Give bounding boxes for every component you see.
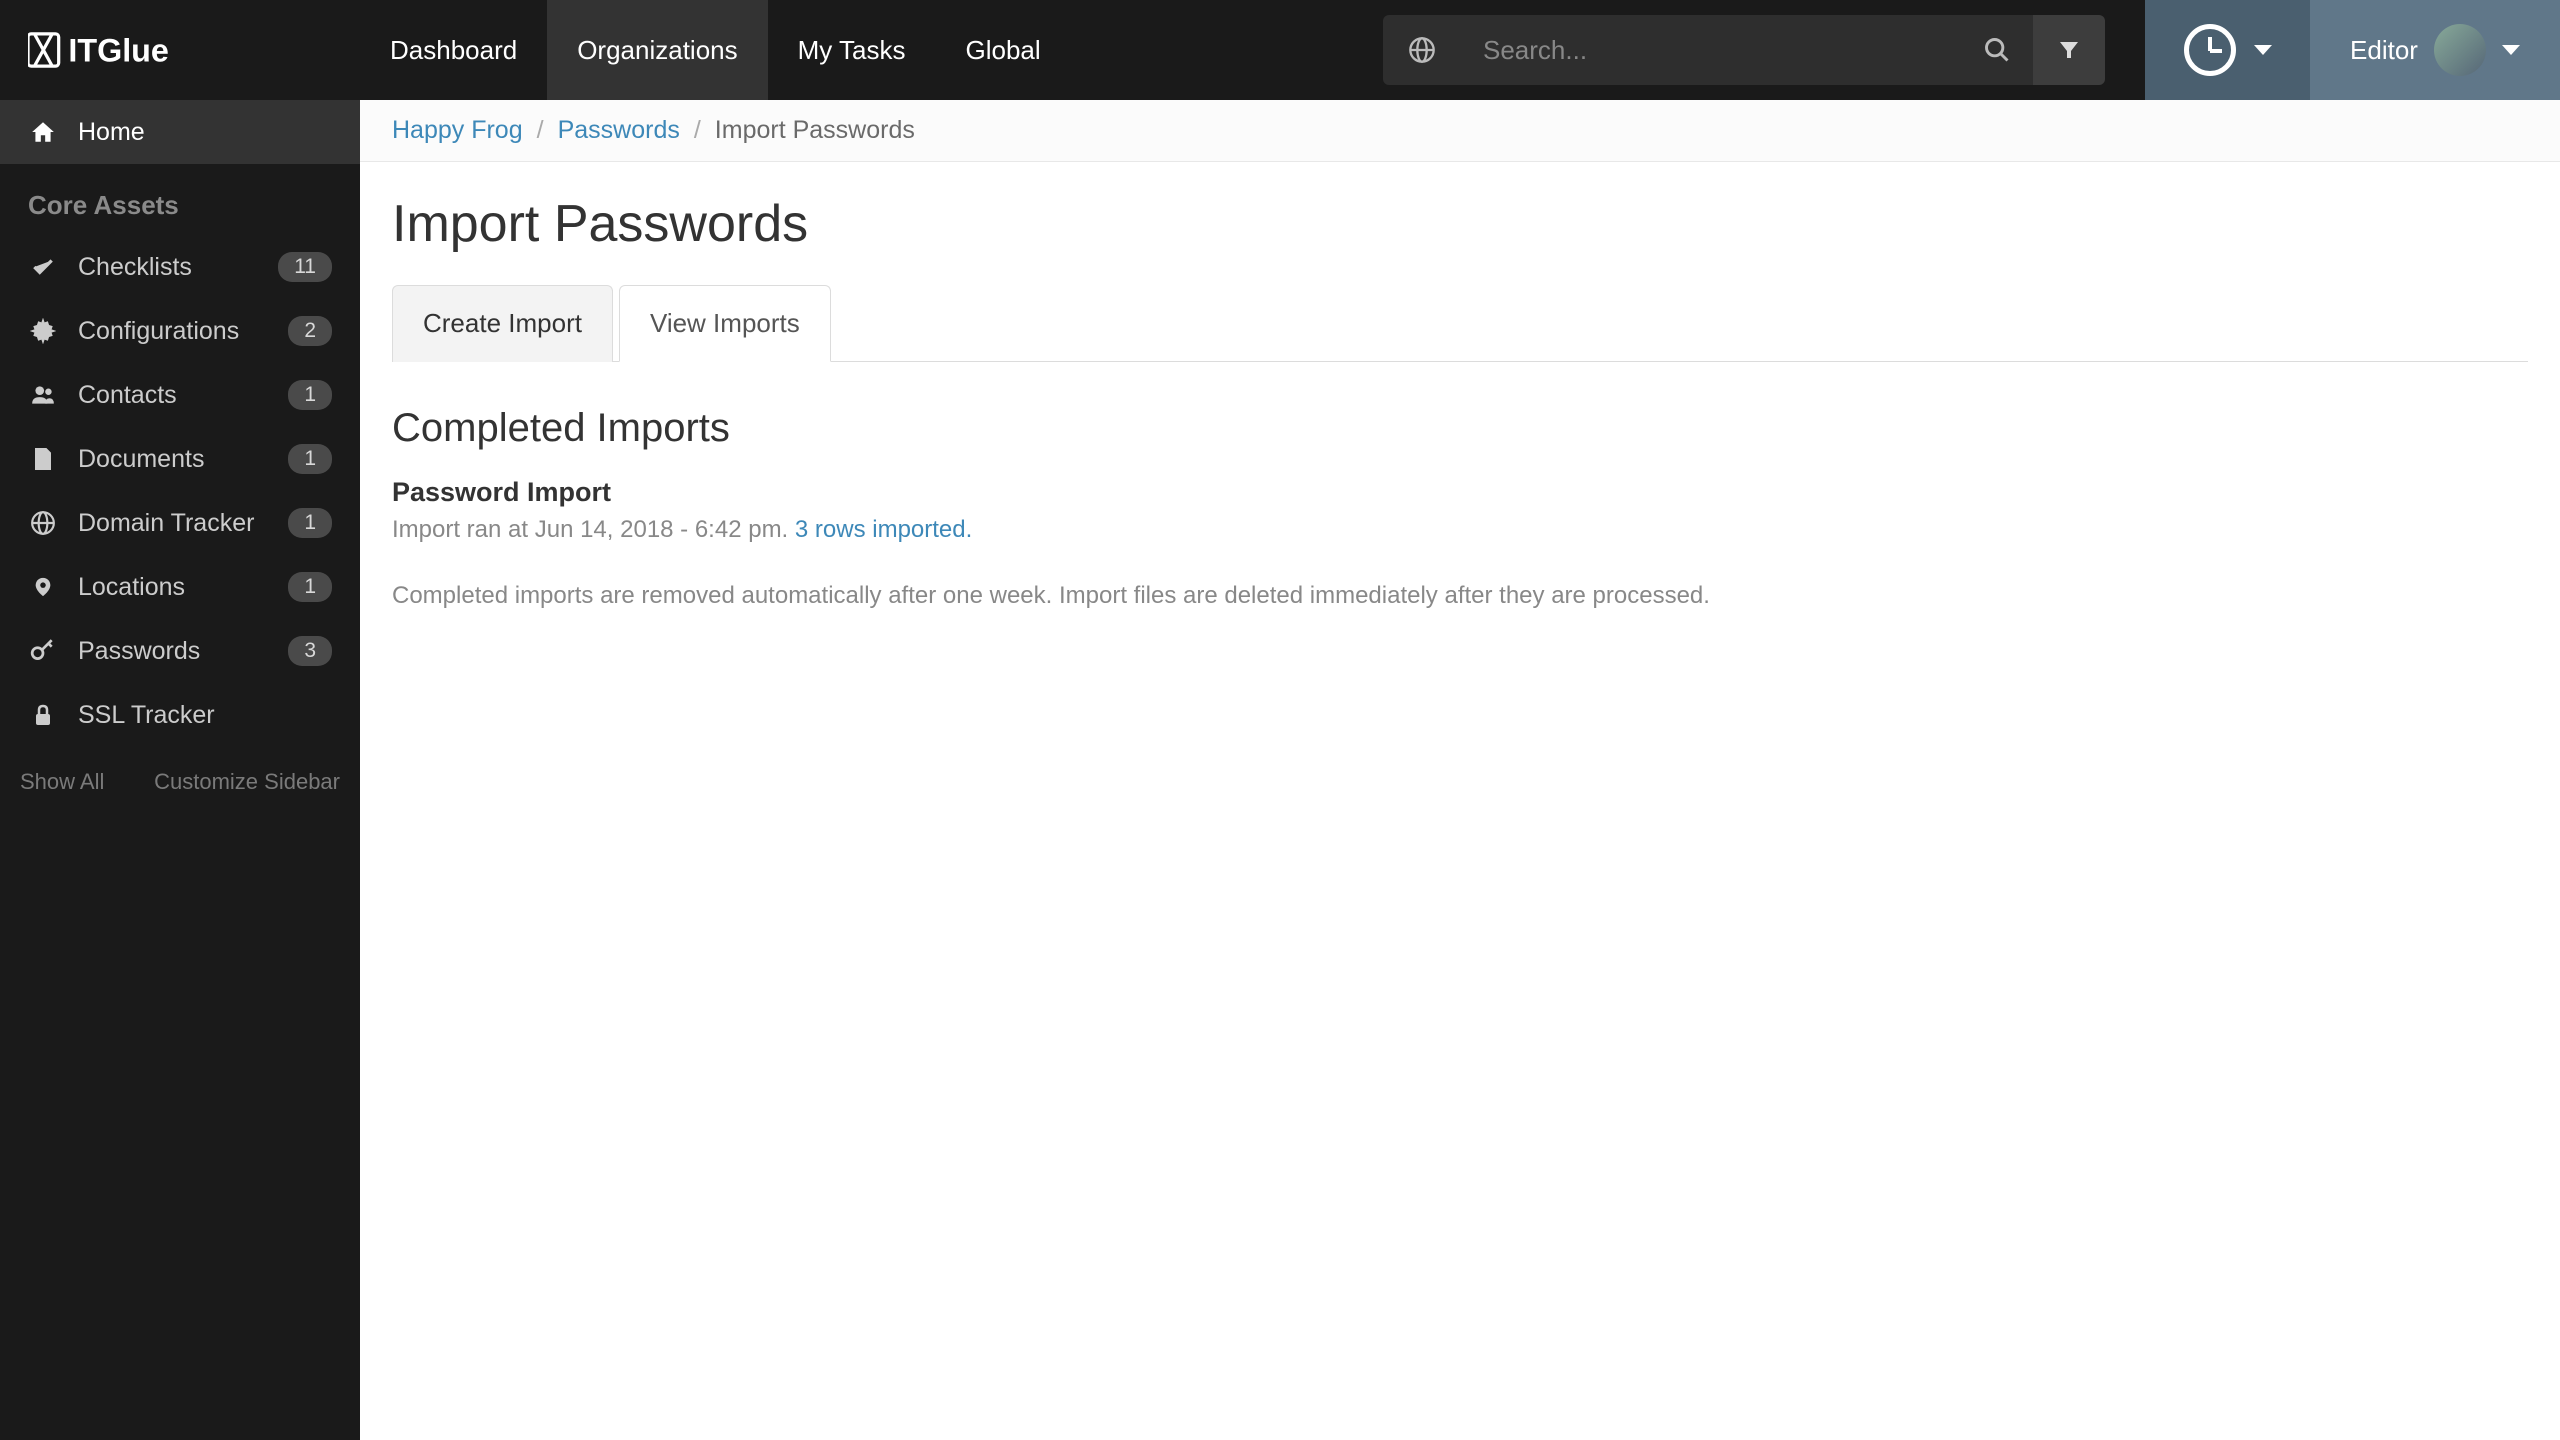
gear-icon bbox=[28, 318, 58, 344]
sidebar-badge: 1 bbox=[288, 508, 332, 538]
import-rows-link[interactable]: 3 rows imported. bbox=[795, 516, 972, 543]
sidebar-item-passwords[interactable]: Passwords 3 bbox=[0, 619, 360, 683]
import-meta: Import ran at Jun 14, 2018 - 6:42 pm. 3 … bbox=[392, 516, 2528, 544]
sidebar-item-configurations[interactable]: Configurations 2 bbox=[0, 299, 360, 363]
sidebar-home[interactable]: Home bbox=[0, 100, 360, 164]
filter-button[interactable] bbox=[2033, 15, 2105, 85]
logo[interactable]: ITGlue bbox=[0, 0, 360, 100]
activity-dropdown[interactable] bbox=[2145, 0, 2310, 100]
tab-create-import[interactable]: Create Import bbox=[392, 285, 613, 362]
sidebar-item-label: Contacts bbox=[78, 381, 268, 410]
sidebar-badge: 1 bbox=[288, 444, 332, 474]
sidebar-item-domain-tracker[interactable]: Domain Tracker 1 bbox=[0, 491, 360, 555]
sidebar-badge: 11 bbox=[278, 252, 332, 282]
import-note: Completed imports are removed automatica… bbox=[392, 582, 2528, 610]
pin-icon bbox=[28, 574, 58, 600]
tab-view-imports[interactable]: View Imports bbox=[619, 285, 831, 362]
nav-global[interactable]: Global bbox=[936, 0, 1071, 100]
search-input[interactable] bbox=[1461, 15, 1961, 85]
home-icon bbox=[28, 119, 58, 145]
sidebar-item-documents[interactable]: Documents 1 bbox=[0, 427, 360, 491]
breadcrumb-current: Import Passwords bbox=[715, 116, 915, 145]
sidebar-item-contacts[interactable]: Contacts 1 bbox=[0, 363, 360, 427]
clock-icon bbox=[2184, 24, 2236, 76]
import-meta-text: Import ran at Jun 14, 2018 - 6:42 pm. bbox=[392, 516, 795, 543]
user-role-label: Editor bbox=[2350, 35, 2418, 66]
sidebar-show-all[interactable]: Show All bbox=[20, 769, 104, 795]
key-icon bbox=[28, 638, 58, 664]
sidebar-footer: Show All Customize Sidebar bbox=[0, 747, 360, 817]
section-title: Completed Imports bbox=[392, 406, 2528, 451]
chevron-down-icon bbox=[2254, 45, 2272, 55]
sidebar-item-locations[interactable]: Locations 1 bbox=[0, 555, 360, 619]
sidebar-badge: 1 bbox=[288, 380, 332, 410]
main-content: Happy Frog / Passwords / Import Password… bbox=[360, 100, 2560, 1440]
sidebar-item-label: Checklists bbox=[78, 253, 258, 282]
search-scope-button[interactable] bbox=[1383, 15, 1461, 85]
breadcrumb-separator: / bbox=[694, 116, 701, 145]
nav-my-tasks[interactable]: My Tasks bbox=[768, 0, 936, 100]
sidebar-item-label: Locations bbox=[78, 573, 268, 602]
sidebar-badge: 2 bbox=[288, 316, 332, 346]
globe-icon bbox=[28, 510, 58, 536]
nav-dashboard[interactable]: Dashboard bbox=[360, 0, 547, 100]
sidebar-item-label: Configurations bbox=[78, 317, 268, 346]
users-icon bbox=[28, 382, 58, 408]
sidebar-badge: 1 bbox=[288, 572, 332, 602]
sidebar-item-label: Domain Tracker bbox=[78, 509, 268, 538]
top-nav: ITGlue Dashboard Organizations My Tasks … bbox=[0, 0, 2560, 100]
sidebar-item-label: Documents bbox=[78, 445, 268, 474]
breadcrumb-section[interactable]: Passwords bbox=[558, 116, 680, 145]
search-button[interactable] bbox=[1961, 15, 2033, 85]
search-bar bbox=[1383, 0, 2145, 100]
lock-icon bbox=[28, 702, 58, 728]
sidebar-heading: Core Assets bbox=[0, 164, 360, 235]
nav-links: Dashboard Organizations My Tasks Global bbox=[360, 0, 1071, 100]
chevron-down-icon bbox=[2502, 45, 2520, 55]
breadcrumb-org[interactable]: Happy Frog bbox=[392, 116, 523, 145]
sidebar-badge: 3 bbox=[288, 636, 332, 666]
sidebar-item-checklists[interactable]: Checklists 11 bbox=[0, 235, 360, 299]
breadcrumb: Happy Frog / Passwords / Import Password… bbox=[360, 100, 2560, 162]
sidebar-item-label: Passwords bbox=[78, 637, 268, 666]
tabs: Create Import View Imports bbox=[392, 284, 2528, 362]
sidebar-home-label: Home bbox=[78, 118, 332, 147]
page-title: Import Passwords bbox=[392, 194, 2528, 254]
sidebar: Home Core Assets Checklists 11 Configura… bbox=[0, 100, 360, 1440]
import-title: Password Import bbox=[392, 477, 2528, 508]
user-menu[interactable]: Editor bbox=[2310, 0, 2560, 100]
svg-text:ITGlue: ITGlue bbox=[68, 32, 169, 68]
sidebar-item-label: SSL Tracker bbox=[78, 701, 332, 730]
sidebar-customize[interactable]: Customize Sidebar bbox=[154, 769, 340, 795]
nav-organizations[interactable]: Organizations bbox=[547, 0, 767, 100]
avatar bbox=[2434, 24, 2486, 76]
breadcrumb-separator: / bbox=[537, 116, 544, 145]
sidebar-item-ssl-tracker[interactable]: SSL Tracker bbox=[0, 683, 360, 747]
check-icon bbox=[28, 254, 58, 280]
document-icon bbox=[28, 446, 58, 472]
